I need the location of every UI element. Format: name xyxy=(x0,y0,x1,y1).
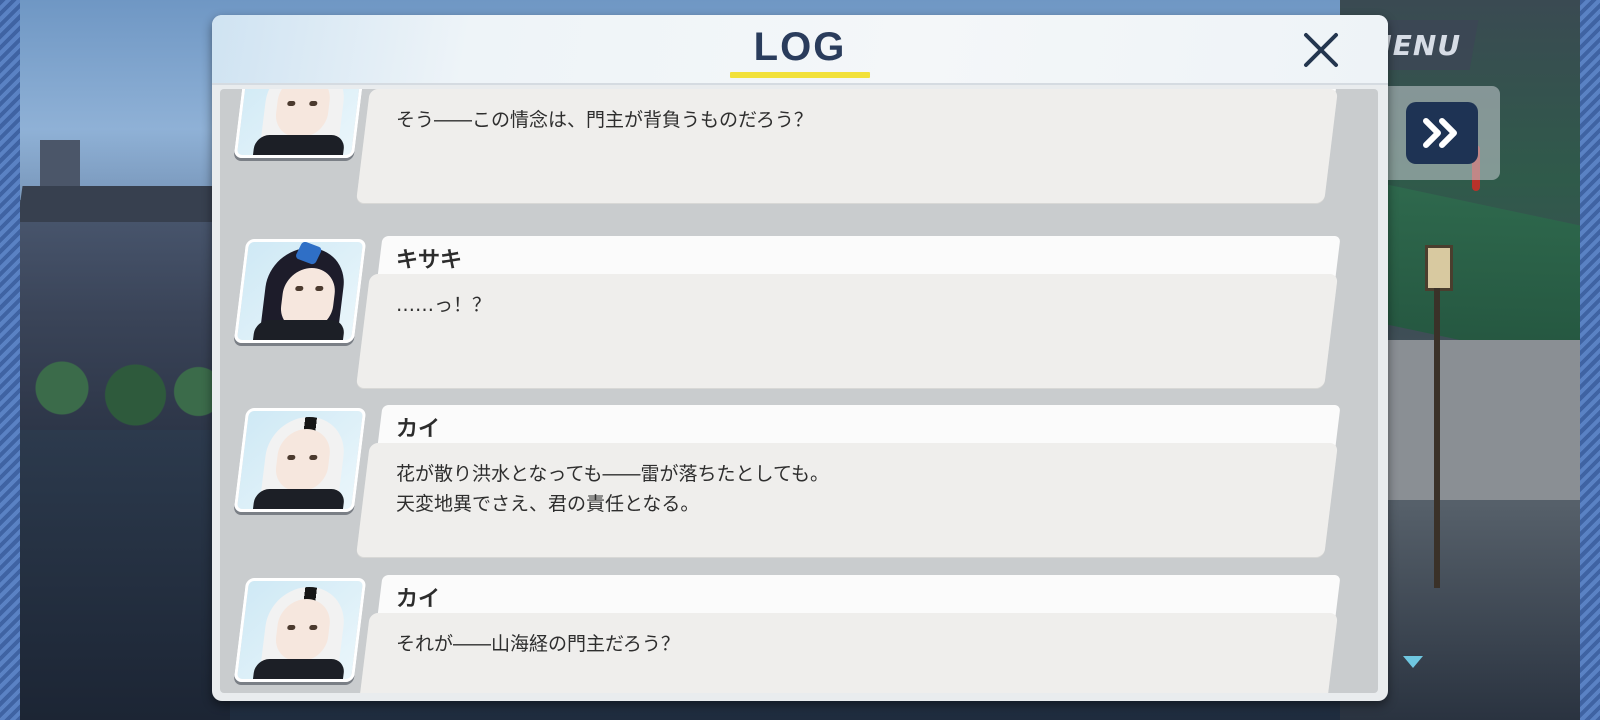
message-text: 花が散り洪水となっても――雷が落ちたとしても。 天変地異でさえ、君の責任となる。 xyxy=(396,463,830,515)
street-lamp-pole xyxy=(1434,288,1440,588)
fast-forward-icon xyxy=(1423,118,1457,148)
close-icon xyxy=(1304,33,1338,67)
message-text: ……っ！？ xyxy=(396,294,492,316)
log-scroll-area[interactable]: カイ そう――この情念は、門主が背負うものだろう？ キサキ ……っ！？ カイ 花… xyxy=(220,89,1378,693)
background-ground xyxy=(20,430,230,720)
log-panel: LOG カイ そう――この情念は、門主が背負うものだろう？ キサキ xyxy=(212,15,1388,701)
log-entry: カイ そう――この情念は、門主が背負うものだろう？ xyxy=(220,89,1378,207)
log-entry: カイ 花が散り洪水となっても――雷が落ちたとしても。 天変地異でさえ、君の責任と… xyxy=(220,403,1378,561)
log-entry: カイ それが――山海経の門主だろう？ xyxy=(220,573,1378,693)
kai-portrait xyxy=(233,578,367,682)
log-title: LOG xyxy=(753,25,847,69)
log-entry: キサキ ……っ！？ xyxy=(220,234,1378,392)
kai-portrait xyxy=(233,408,367,512)
message-text: そう――この情念は、門主が背負うものだろう？ xyxy=(396,109,813,131)
message-text: それが――山海経の門主だろう？ xyxy=(396,633,680,655)
background-trees xyxy=(20,360,230,430)
speaker-name: カイ xyxy=(396,587,441,612)
close-button[interactable] xyxy=(1294,23,1348,77)
advance-indicator-icon xyxy=(1403,656,1423,668)
title-underline xyxy=(730,72,870,78)
speaker-name-bar xyxy=(377,575,1341,617)
street-lamp xyxy=(1425,245,1453,291)
kisaki-portrait xyxy=(233,239,367,343)
speaker-name-bar xyxy=(377,405,1341,447)
right-border-stripe xyxy=(1580,0,1600,720)
log-header: LOG xyxy=(212,15,1388,85)
kai-portrait xyxy=(233,89,367,158)
speaker-name: カイ xyxy=(396,417,441,442)
left-border-stripe xyxy=(0,0,20,720)
skip-button[interactable] xyxy=(1406,102,1478,164)
speaker-name: キサキ xyxy=(396,248,463,273)
speaker-name-bar xyxy=(377,236,1341,278)
